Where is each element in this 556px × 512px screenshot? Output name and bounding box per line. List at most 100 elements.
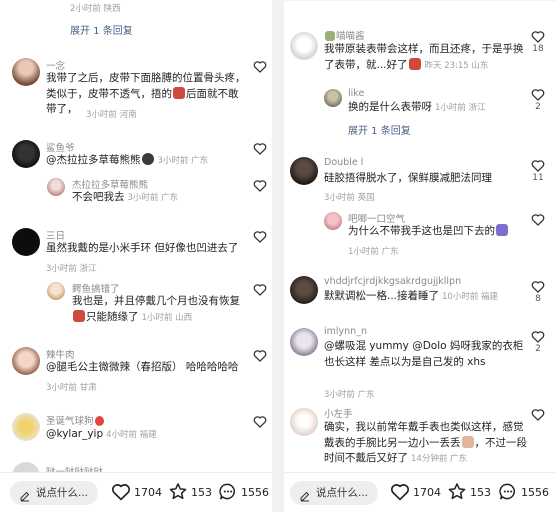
like-count: 8 bbox=[535, 294, 541, 304]
comment-author[interactable]: 杰拉拉多草莓熊熊 bbox=[72, 177, 148, 191]
comment-meta: 14分钟前 广东 bbox=[411, 454, 468, 464]
comment-input-placeholder: 说点什么... bbox=[316, 487, 369, 499]
like-button[interactable] bbox=[251, 283, 269, 296]
like-button[interactable]: 2 bbox=[529, 330, 547, 354]
like-button[interactable] bbox=[251, 230, 269, 243]
comment-text: @杰拉拉多草莓熊熊 3小时前 广东 bbox=[46, 153, 246, 170]
star-count: 153 bbox=[470, 486, 491, 499]
comment-author[interactable]: like bbox=[348, 88, 364, 99]
like-count: 2 bbox=[535, 102, 541, 112]
heart-icon bbox=[531, 331, 545, 343]
avatar[interactable] bbox=[290, 157, 318, 185]
comment-text-part: 为什么不带我手这也是凹下去的 bbox=[348, 225, 495, 237]
badge-icon bbox=[325, 31, 335, 41]
comment-meta: 3小时前 广东 bbox=[157, 156, 209, 166]
comment-author[interactable]: 鲨鱼爷 bbox=[46, 140, 75, 154]
comment-count: 1556 bbox=[521, 486, 549, 499]
comment-text: @螺吸混 yummy @Dolo 妈呀我家的衣柜也长这样 差点以为是自己发的 x… bbox=[324, 340, 524, 368]
comment-author[interactable]: 鳄鱼搞错了 bbox=[72, 281, 120, 295]
avatar[interactable] bbox=[12, 228, 40, 256]
heart-icon bbox=[253, 350, 267, 362]
comment-author[interactable]: vhddjrfcjrdjkkgsakrdgujjkllpn bbox=[324, 276, 461, 287]
star-count: 153 bbox=[191, 486, 212, 499]
comment-text-part: 只能随缘了 bbox=[86, 310, 139, 323]
comment-author[interactable]: 三日 bbox=[46, 228, 65, 242]
comment-count: 1556 bbox=[241, 486, 269, 499]
heart-icon bbox=[253, 231, 267, 243]
avatar[interactable] bbox=[12, 347, 40, 375]
comment-meta: 1小时前 广东 bbox=[348, 247, 399, 257]
avatar[interactable] bbox=[47, 282, 65, 300]
comment-text-part: 默默调松一格...接着睡了 bbox=[324, 290, 440, 302]
like-button[interactable] bbox=[251, 179, 269, 192]
star-count-button[interactable]: 153 bbox=[447, 482, 491, 504]
comment-author[interactable]: 辣牛肉 bbox=[46, 347, 75, 361]
like-button[interactable] bbox=[251, 60, 269, 73]
comment-bubble-icon bbox=[219, 483, 235, 500]
like-button[interactable]: 18 bbox=[529, 30, 547, 54]
comment-author[interactable]: imlynn_n bbox=[324, 326, 367, 337]
like-count-button[interactable]: 1704 bbox=[390, 482, 441, 504]
heart-icon bbox=[531, 89, 545, 101]
heart-icon bbox=[531, 160, 545, 172]
comment-author[interactable]: 一念 bbox=[46, 58, 65, 72]
comment-text: @kylar_yip 4小时前 福建 bbox=[46, 427, 251, 444]
comment-author[interactable]: Double l bbox=[324, 157, 363, 168]
avatar[interactable] bbox=[324, 89, 342, 107]
comment-author: 喵喵酱 bbox=[324, 28, 365, 42]
emoji-icon bbox=[408, 57, 421, 70]
comment-meta: 2小时前 陕西 bbox=[70, 4, 121, 14]
star-count-button[interactable]: 153 bbox=[168, 482, 212, 504]
comment-meta: 1小时前 山西 bbox=[141, 312, 193, 323]
comment-input[interactable]: 说点什么... bbox=[10, 481, 98, 505]
comment-input[interactable]: 说点什么... bbox=[290, 481, 378, 505]
heart-icon bbox=[253, 61, 267, 73]
avatar[interactable] bbox=[12, 413, 40, 441]
comment-meta: 3小时前 浙江 bbox=[46, 264, 97, 274]
comment-meta: 4小时前 福建 bbox=[106, 430, 157, 440]
avatar[interactable] bbox=[324, 212, 342, 230]
emoji-icon bbox=[73, 309, 85, 322]
like-button[interactable]: 8 bbox=[529, 280, 547, 304]
comment-meta: 1小时前 浙江 bbox=[435, 103, 486, 113]
avatar[interactable] bbox=[290, 408, 318, 436]
bottom-action-bar: 说点什么... 1704 153 1556 bbox=[284, 472, 556, 512]
like-count: 11 bbox=[532, 173, 544, 183]
like-button[interactable]: 11 bbox=[529, 159, 547, 183]
like-button[interactable] bbox=[251, 142, 269, 155]
comment-text: 我也是，并且停戴几个月也没有恢复只能随缘了 1小时前 山西 bbox=[72, 294, 247, 326]
comment-author-name[interactable]: 喵喵酱 bbox=[336, 31, 365, 42]
avatar[interactable] bbox=[12, 58, 40, 86]
heart-icon bbox=[531, 281, 545, 293]
comment-count-button[interactable]: 1556 bbox=[498, 482, 549, 504]
like-count: 1704 bbox=[413, 486, 441, 499]
like-button[interactable] bbox=[251, 415, 269, 428]
like-button[interactable] bbox=[529, 213, 547, 226]
heart-icon bbox=[531, 214, 545, 226]
avatar[interactable] bbox=[290, 32, 318, 60]
comment-author[interactable]: 小左手 bbox=[324, 406, 353, 420]
avatar[interactable] bbox=[290, 328, 318, 356]
comment-meta: 3小时前 英国 bbox=[324, 193, 375, 203]
comment-meta: 3小时前 广东 bbox=[324, 390, 375, 400]
like-button[interactable]: 2 bbox=[529, 88, 547, 112]
comment-text: 虽然我戴的是小米手环 但好像也凹进去了 bbox=[46, 242, 239, 254]
avatar[interactable] bbox=[47, 178, 65, 196]
heart-icon bbox=[253, 180, 267, 192]
like-count-button[interactable]: 1704 bbox=[111, 482, 162, 504]
comment-input-placeholder: 说点什么... bbox=[36, 487, 89, 499]
comment-author[interactable]: 吧唧一口空气 bbox=[348, 211, 405, 225]
comment-meta: 3小时前 甘肃 bbox=[46, 383, 97, 393]
comment-author-name[interactable]: 圣诞气球狗 bbox=[46, 416, 94, 427]
expand-replies-link[interactable]: 展开 1 条回复 bbox=[348, 122, 411, 137]
comment-count-button[interactable]: 1556 bbox=[218, 482, 269, 504]
like-count: 18 bbox=[532, 44, 544, 54]
comment-text: 默默调松一格...接着睡了 10小时前 福建 bbox=[324, 289, 534, 306]
avatar[interactable] bbox=[12, 140, 40, 168]
panel-divider bbox=[272, 0, 284, 512]
expand-replies-link[interactable]: 展开 1 条回复 bbox=[70, 22, 133, 37]
avatar[interactable] bbox=[290, 276, 318, 304]
like-button[interactable] bbox=[251, 349, 269, 362]
like-button[interactable] bbox=[529, 408, 547, 421]
comment-author: 圣诞气球狗 bbox=[46, 413, 105, 427]
